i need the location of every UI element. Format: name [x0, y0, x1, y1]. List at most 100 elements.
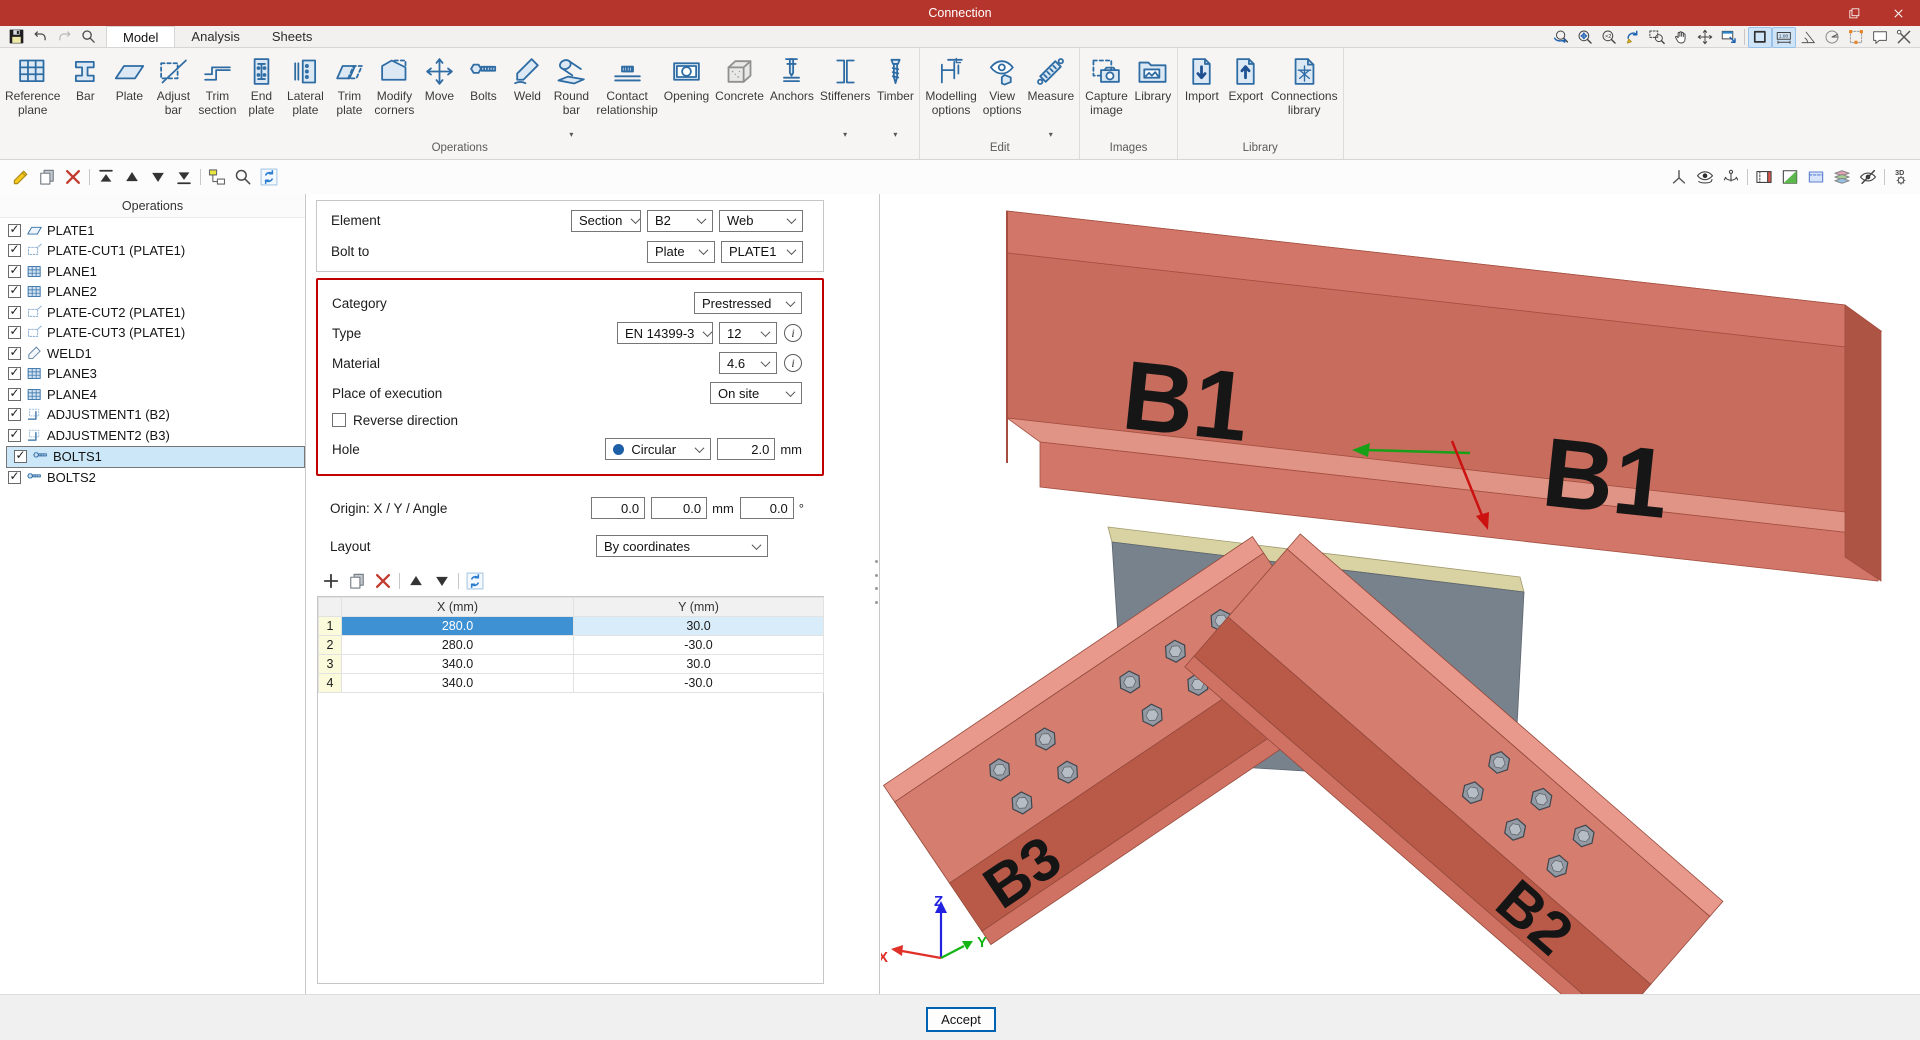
y-cell[interactable]: 30.0: [574, 655, 824, 674]
origin-x-input[interactable]: [591, 497, 645, 519]
delete-row-button[interactable]: [370, 568, 396, 594]
row-number[interactable]: 1: [319, 617, 342, 636]
operation-item-bolts1[interactable]: BOLTS1: [6, 446, 305, 468]
row-down-button[interactable]: [429, 568, 455, 594]
wireframe-plates-button[interactable]: [1803, 164, 1829, 190]
edit-operation-button[interactable]: [8, 164, 34, 190]
operation-item-bolts2[interactable]: BOLTS2: [0, 468, 305, 489]
element-part-select[interactable]: Web: [719, 210, 803, 232]
layout-select[interactable]: By coordinates: [596, 535, 768, 557]
copy-operation-button[interactable]: [34, 164, 60, 190]
panel-splitter[interactable]: [874, 560, 878, 604]
ribbon-item-end-plate[interactable]: End plate: [239, 50, 283, 140]
table-row-4[interactable]: 4340.0-30.0: [319, 674, 824, 693]
table-row-3[interactable]: 3340.030.0: [319, 655, 824, 674]
ribbon-item-measure[interactable]: Measure▾: [1024, 50, 1077, 140]
ribbon-item-anchors[interactable]: Anchors: [767, 50, 817, 140]
refresh-table-button[interactable]: [462, 568, 488, 594]
ribbon-item-library[interactable]: Library: [1131, 50, 1175, 140]
redo-button[interactable]: [52, 26, 76, 48]
operation-checkbox[interactable]: [8, 326, 21, 339]
send-to-screen-button[interactable]: [1717, 27, 1741, 48]
bolt-to-target-select[interactable]: PLATE1: [721, 241, 803, 263]
operation-checkbox[interactable]: [8, 306, 21, 319]
table-row-1[interactable]: 1280.030.0: [319, 617, 824, 636]
type-standard-select[interactable]: EN 14399-3: [617, 322, 713, 344]
operation-checkbox[interactable]: [8, 367, 21, 380]
operation-item-plate-cut1-plate1-[interactable]: PLATE-CUT1 (PLATE1): [0, 241, 305, 262]
place-select[interactable]: On site: [710, 382, 802, 404]
3d-settings-button[interactable]: 3D: [1888, 164, 1914, 190]
operation-checkbox[interactable]: [8, 347, 21, 360]
ribbon-item-concrete[interactable]: Concrete: [712, 50, 767, 140]
tab-sheets[interactable]: Sheets: [256, 26, 328, 47]
hide-elements-button[interactable]: [1855, 164, 1881, 190]
show-axes-button[interactable]: [1666, 164, 1692, 190]
operation-checkbox[interactable]: [8, 265, 21, 278]
ribbon-item-bolts[interactable]: Bolts: [461, 50, 505, 140]
bolt-to-kind-select[interactable]: Plate: [647, 241, 715, 263]
row-number[interactable]: 4: [319, 674, 342, 693]
row-up-button[interactable]: [403, 568, 429, 594]
row-number[interactable]: 2: [319, 636, 342, 655]
material-select[interactable]: 4.6: [719, 352, 777, 374]
ribbon-item-contact-relationship[interactable]: Contact relationship: [593, 50, 660, 140]
orbit-view-button[interactable]: [1549, 27, 1573, 48]
ribbon-item-trim-plate[interactable]: Trim plate: [327, 50, 371, 140]
ribbon-item-export[interactable]: Export: [1224, 50, 1268, 140]
hole-clearance-input[interactable]: [717, 438, 775, 460]
column-header[interactable]: Y (mm): [574, 598, 824, 617]
table-row-2[interactable]: 2280.0-30.0: [319, 636, 824, 655]
operation-item-plane4[interactable]: PLANE4: [0, 384, 305, 405]
operation-checkbox[interactable]: [8, 429, 21, 442]
tab-model[interactable]: Model: [106, 26, 175, 47]
show-dimensions-button[interactable]: 1.00: [1772, 27, 1796, 48]
category-select[interactable]: Prestressed: [694, 292, 802, 314]
accept-button[interactable]: Accept: [926, 1007, 996, 1032]
rotate-camera-button[interactable]: [1718, 164, 1744, 190]
operation-checkbox[interactable]: [8, 224, 21, 237]
operation-checkbox[interactable]: [8, 471, 21, 484]
layers-button[interactable]: [1829, 164, 1855, 190]
zoom-window-button[interactable]: [1645, 27, 1669, 48]
ribbon-item-opening[interactable]: Opening: [661, 50, 712, 140]
ribbon-item-plate[interactable]: Plate: [107, 50, 151, 140]
ribbon-item-reference-plane[interactable]: Reference plane: [2, 50, 63, 140]
orbit-camera-button[interactable]: [1692, 164, 1718, 190]
operation-checkbox[interactable]: [8, 408, 21, 421]
reverse-direction-checkbox[interactable]: [332, 413, 346, 427]
ribbon-item-stiffeners[interactable]: Stiffeners▾: [817, 50, 873, 140]
ribbon-item-move[interactable]: Move: [417, 50, 461, 140]
x-cell[interactable]: 280.0: [342, 617, 574, 636]
row-number[interactable]: 3: [319, 655, 342, 674]
ribbon-item-timber[interactable]: Timber▾: [873, 50, 917, 140]
operation-item-weld1[interactable]: WELD1: [0, 343, 305, 364]
operation-item-plate-cut3-plate1-[interactable]: PLATE-CUT3 (PLATE1): [0, 323, 305, 344]
zoom-2x-button[interactable]: ×2: [1597, 27, 1621, 48]
move-down-button[interactable]: [145, 164, 171, 190]
plate-edges-button[interactable]: [1751, 164, 1777, 190]
column-header[interactable]: X (mm): [342, 598, 574, 617]
ribbon-item-import[interactable]: Import: [1180, 50, 1224, 140]
operation-checkbox[interactable]: [14, 450, 27, 463]
transparency-button[interactable]: [1777, 164, 1803, 190]
move-to-top-button[interactable]: [93, 164, 119, 190]
protractor-button[interactable]: [1820, 27, 1844, 48]
ribbon-item-modelling-options[interactable]: Modelling options: [922, 50, 979, 140]
operation-checkbox[interactable]: [8, 285, 21, 298]
search-button[interactable]: [76, 26, 100, 48]
y-cell[interactable]: -30.0: [574, 636, 824, 655]
operation-item-plane3[interactable]: PLANE3: [0, 364, 305, 385]
selection-set-button[interactable]: [1844, 27, 1868, 48]
operation-item-plane2[interactable]: PLANE2: [0, 282, 305, 303]
add-row-button[interactable]: [318, 568, 344, 594]
redraw-view-button[interactable]: [1621, 27, 1645, 48]
operation-item-plate-cut2-plate1-[interactable]: PLATE-CUT2 (PLATE1): [0, 302, 305, 323]
x-cell[interactable]: 340.0: [342, 674, 574, 693]
angle-measure-button[interactable]: [1796, 27, 1820, 48]
x-cell[interactable]: 280.0: [342, 636, 574, 655]
tools-button[interactable]: [1892, 27, 1916, 48]
regenerate-button[interactable]: [256, 164, 282, 190]
element-member-select[interactable]: B2: [647, 210, 713, 232]
undo-button[interactable]: [28, 26, 52, 48]
